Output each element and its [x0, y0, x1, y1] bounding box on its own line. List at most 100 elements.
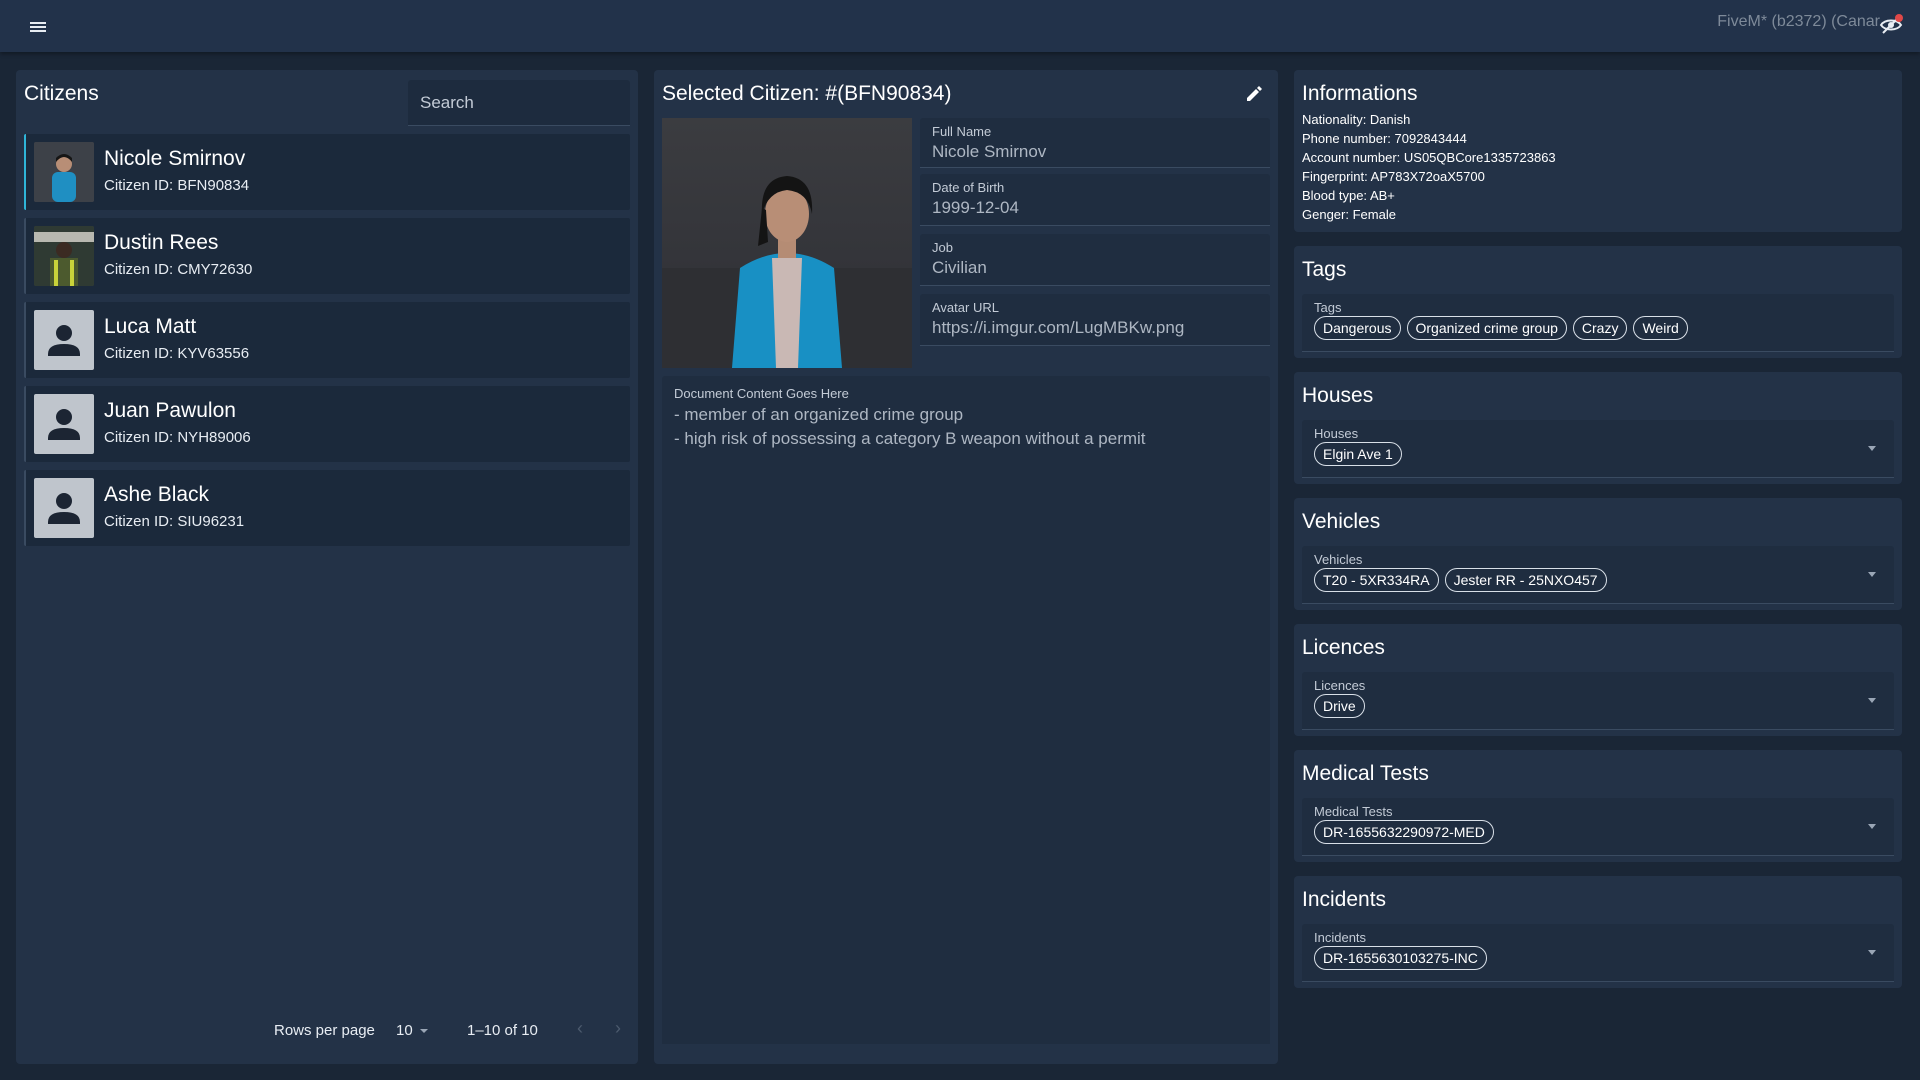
houses-field[interactable]: Houses Elgin Ave 1	[1302, 420, 1894, 478]
citizen-row[interactable]: Dustin Rees Citizen ID: CMY72630	[24, 218, 630, 294]
document-line: - member of an organized crime group	[674, 405, 964, 424]
citizen-row[interactable]: Luca Matt Citizen ID: KYV63556	[24, 302, 630, 378]
pagination: Rows per page 10 1–10 of 10 ‹ ›	[16, 1018, 638, 1042]
tag-chip[interactable]: Weird	[1633, 316, 1688, 340]
citizens-panel: Citizens Nicole Smirnov Citizen ID: BFN9…	[16, 70, 638, 1064]
job-field[interactable]: Job Civilian	[920, 234, 1270, 286]
citizen-row[interactable]: Nicole Smirnov Citizen ID: BFN90834	[24, 134, 630, 210]
date-of-birth-value: 1999-12-04	[932, 198, 1019, 217]
account-number-text: Account number: US05QBCore1335723863	[1302, 150, 1556, 165]
phone-number-text: Phone number: 7092843444	[1302, 131, 1467, 146]
search-input[interactable]	[408, 80, 630, 126]
medical-tests-title: Medical Tests	[1302, 762, 1429, 785]
rows-per-page-select[interactable]: 10	[396, 1022, 428, 1039]
citizen-name: Ashe Black	[104, 483, 210, 506]
document-line: - high risk of possessing a category B w…	[674, 429, 1146, 448]
rows-per-page-label: Rows per page	[274, 1022, 375, 1039]
citizen-row[interactable]: Ashe Black Citizen ID: SIU96231	[24, 470, 630, 546]
incidents-chips: DR-1655630103275-INC	[1314, 946, 1487, 970]
houses-label: Houses	[1314, 426, 1359, 441]
chevron-down-icon[interactable]	[1868, 446, 1876, 455]
vehicles-chips: T20 - 5XR334RA Jester RR - 25NXO457	[1314, 568, 1607, 592]
medical-test-chip[interactable]: DR-1655632290972-MED	[1314, 820, 1494, 844]
fingerprint-text: Fingerprint: AP783X72oaX5700	[1302, 169, 1485, 184]
person-icon	[34, 310, 94, 370]
gender-text: Genger: Female	[1302, 207, 1396, 222]
licences-title: Licences	[1302, 636, 1385, 659]
avatar-url-value: https://i.imgur.com/LugMBKw.png	[932, 318, 1185, 337]
citizen-avatar-photo	[34, 142, 94, 202]
tags-label: Tags	[1314, 300, 1342, 315]
tag-chip[interactable]: Organized crime group	[1406, 316, 1567, 340]
vehicle-chip[interactable]: T20 - 5XR334RA	[1314, 568, 1439, 592]
medical-tests-label: Medical Tests	[1314, 804, 1393, 819]
medical-tests-card: Medical Tests Medical Tests DR-165563229…	[1294, 750, 1902, 862]
citizen-avatar-photo	[34, 226, 94, 286]
houses-chips: Elgin Ave 1	[1314, 442, 1402, 466]
tags-title: Tags	[1302, 258, 1347, 281]
full-name-label: Full Name	[932, 124, 992, 139]
chevron-down-icon[interactable]	[1868, 824, 1876, 833]
eye-off-icon[interactable]	[1878, 13, 1904, 37]
full-name-field[interactable]: Full Name Nicole Smirnov	[920, 118, 1270, 168]
pencil-icon[interactable]	[1244, 84, 1264, 104]
selected-citizen-title: Selected Citizen: #(BFN90834)	[662, 82, 952, 105]
citizen-row[interactable]: Juan Pawulon Citizen ID: NYH89006	[24, 386, 630, 462]
vehicles-title: Vehicles	[1302, 510, 1381, 533]
document-content-textarea[interactable]: Document Content Goes Here - member of a…	[662, 376, 1270, 1044]
medical-tests-field[interactable]: Medical Tests DR-1655632290972-MED	[1302, 798, 1894, 856]
tag-chip[interactable]: Dangerous	[1314, 316, 1401, 340]
person-icon	[34, 478, 94, 538]
informations-card: Informations Nationality: Danish Phone n…	[1294, 70, 1902, 232]
avatar-url-field[interactable]: Avatar URL https://i.imgur.com/LugMBKw.p…	[920, 294, 1270, 346]
date-of-birth-field[interactable]: Date of Birth 1999-12-04	[920, 174, 1270, 226]
incident-chip[interactable]: DR-1655630103275-INC	[1314, 946, 1487, 970]
citizens-title: Citizens	[24, 82, 99, 105]
citizen-id: Citizen ID: NYH89006	[104, 429, 251, 446]
citizen-list: Nicole Smirnov Citizen ID: BFN90834 Dust…	[24, 134, 630, 554]
citizen-portrait	[662, 118, 912, 368]
tags-chips: Dangerous Organized crime group Crazy We…	[1314, 316, 1688, 340]
incidents-card: Incidents Incidents DR-1655630103275-INC	[1294, 876, 1902, 988]
document-content-label: Document Content Goes Here	[674, 386, 849, 401]
incidents-label: Incidents	[1314, 930, 1367, 945]
tags-field[interactable]: Tags Dangerous Organized crime group Cra…	[1302, 294, 1894, 352]
informations-title: Informations	[1302, 82, 1418, 105]
citizen-id: Citizen ID: CMY72630	[104, 261, 253, 278]
vehicles-card: Vehicles Vehicles T20 - 5XR334RA Jester …	[1294, 498, 1902, 610]
vehicles-label: Vehicles	[1314, 552, 1363, 567]
citizen-name: Luca Matt	[104, 315, 197, 338]
house-chip[interactable]: Elgin Ave 1	[1314, 442, 1402, 466]
incidents-field[interactable]: Incidents DR-1655630103275-INC	[1302, 924, 1894, 982]
licences-chips: Drive	[1314, 694, 1365, 718]
job-label: Job	[932, 240, 953, 255]
nationality-text: Nationality: Danish	[1302, 112, 1411, 127]
build-version-text: FiveM* (b2372) (Canar	[1717, 13, 1880, 30]
prev-page-button[interactable]: ‹	[569, 1018, 591, 1040]
pagination-range: 1–10 of 10	[467, 1022, 538, 1039]
citizen-name: Nicole Smirnov	[104, 147, 246, 170]
chevron-down-icon[interactable]	[1868, 698, 1876, 707]
licences-field[interactable]: Licences Drive	[1302, 672, 1894, 730]
vehicles-field[interactable]: Vehicles T20 - 5XR334RA Jester RR - 25NX…	[1302, 546, 1894, 604]
next-page-button[interactable]: ›	[607, 1018, 629, 1040]
citizen-name: Dustin Rees	[104, 231, 219, 254]
date-of-birth-label: Date of Birth	[932, 180, 1005, 195]
top-bar: FiveM* (b2372) (Canar	[0, 0, 1920, 52]
job-value: Civilian	[932, 258, 987, 277]
blood-type-text: Blood type: AB+	[1302, 188, 1395, 203]
licence-chip[interactable]: Drive	[1314, 694, 1365, 718]
houses-card: Houses Houses Elgin Ave 1	[1294, 372, 1902, 484]
chevron-down-icon[interactable]	[1868, 950, 1876, 959]
licences-label: Licences	[1314, 678, 1366, 693]
chevron-down-icon[interactable]	[1868, 572, 1876, 581]
menu-icon[interactable]	[26, 15, 50, 39]
vehicle-chip[interactable]: Jester RR - 25NXO457	[1444, 568, 1607, 592]
tag-chip[interactable]: Crazy	[1572, 316, 1628, 340]
person-icon	[34, 394, 94, 454]
houses-title: Houses	[1302, 384, 1374, 407]
citizen-id: Citizen ID: BFN90834	[104, 177, 250, 194]
medical-tests-chips: DR-1655632290972-MED	[1314, 820, 1494, 844]
full-name-value: Nicole Smirnov	[932, 142, 1047, 161]
licences-card: Licences Licences Drive	[1294, 624, 1902, 736]
